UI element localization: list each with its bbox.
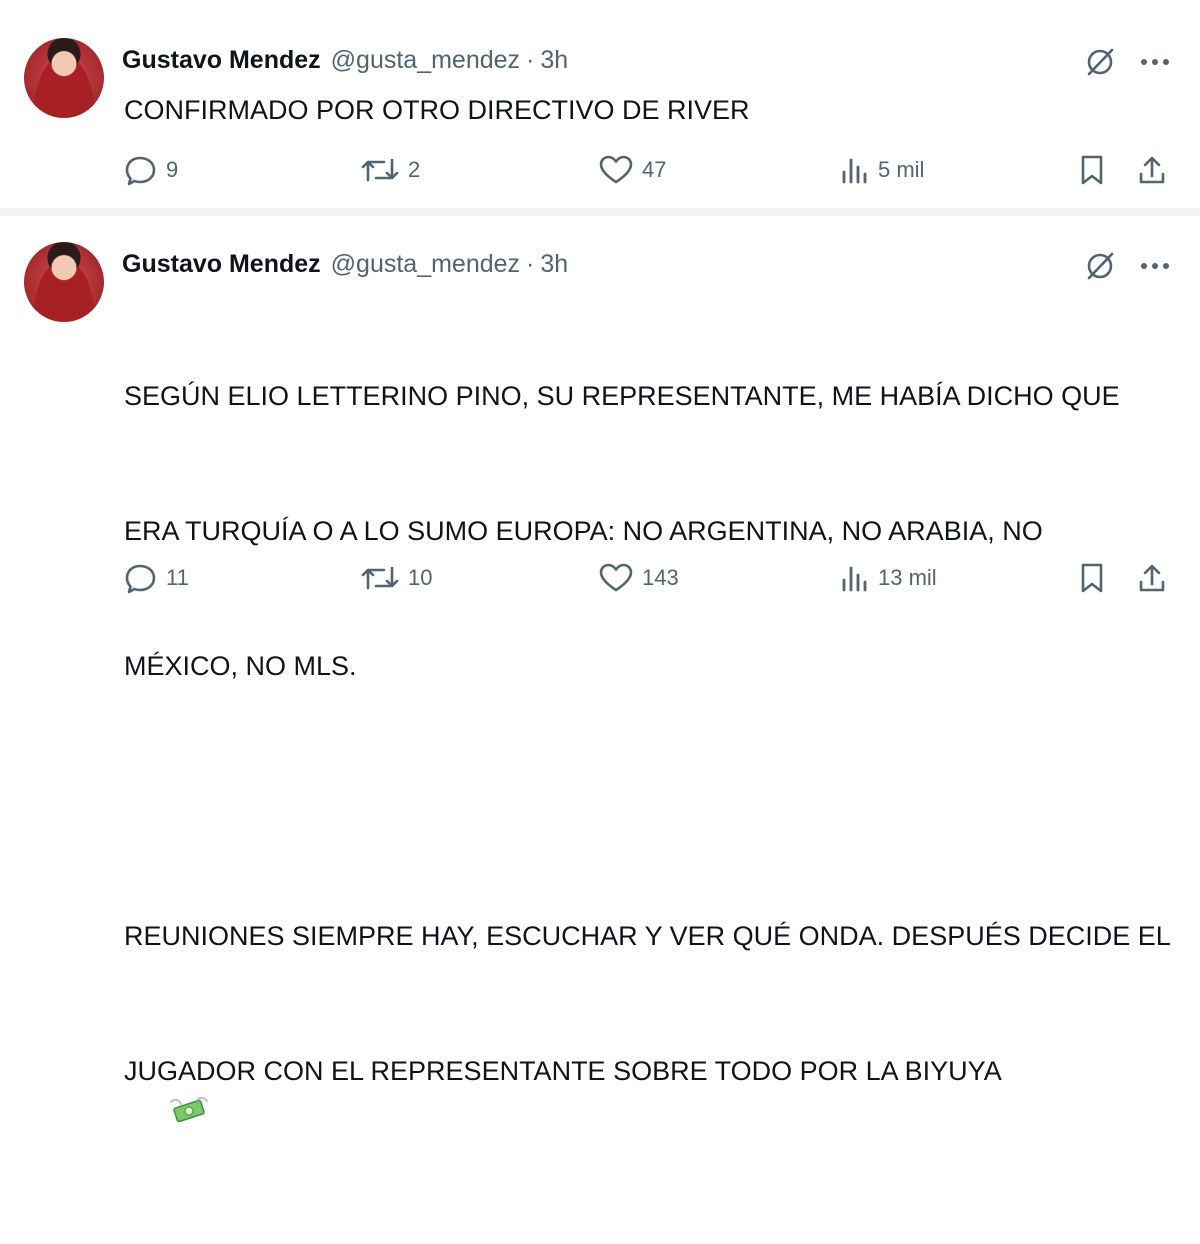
author-name[interactable]: Gustavo Mendez [122, 250, 321, 279]
reply-button[interactable]: 11 [124, 560, 189, 596]
retweet-button[interactable]: 10 [360, 560, 432, 596]
share-icon [1136, 154, 1168, 186]
retweet-count: 10 [408, 565, 433, 590]
share-button[interactable] [1136, 152, 1168, 188]
tweet-header: Gustavo Mendez @gusta_mendez · 3h [122, 246, 568, 282]
retweet-button[interactable]: 2 [360, 152, 420, 188]
tweet-divider [0, 208, 1200, 216]
tweet-text-line: REUNIONES SIEMPRE HAY, ESCUCHAR Y VER QU… [124, 921, 1171, 951]
author-name[interactable]: Gustavo Mendez [122, 46, 321, 75]
action-bar: 9 2 47 5 mil [124, 152, 1176, 188]
like-button[interactable]: 47 [598, 152, 666, 188]
tweet-text-line: JUGADOR CON EL REPRESENTANTE SOBRE TODO … [124, 1049, 1174, 1185]
views-icon [840, 154, 870, 186]
views-icon [840, 562, 870, 594]
reply-icon [124, 154, 158, 186]
tweet[interactable]: Gustavo Mendez @gusta_mendez · 3h SEGÚN … [0, 216, 1200, 1123]
retweet-count: 2 [408, 157, 421, 182]
author-handle[interactable]: @gusta_mendez [331, 250, 520, 279]
reply-button[interactable]: 9 [124, 152, 178, 188]
tweet-text-line: SEGÚN ELIO LETTERINO PINO, SU REPRESENTA… [124, 381, 1120, 411]
timestamp[interactable]: 3h [540, 46, 568, 75]
like-icon [598, 154, 634, 186]
bookmark-button[interactable] [1078, 560, 1106, 596]
more-icon[interactable] [1137, 44, 1173, 80]
bookmark-icon [1078, 154, 1106, 186]
separator-dot: · [526, 45, 535, 74]
views-count: 13 mil [878, 565, 937, 590]
views-count: 5 mil [878, 157, 925, 182]
money-with-wings-emoji [169, 1095, 209, 1140]
retweet-icon [360, 154, 400, 186]
like-count: 47 [642, 157, 667, 182]
timestamp[interactable]: 3h [540, 250, 568, 279]
tweet-text-line: MÉXICO, NO MLS. [124, 651, 357, 681]
grok-icon[interactable] [1082, 44, 1118, 80]
like-button[interactable]: 143 [598, 560, 679, 596]
action-bar: 11 10 143 13 mil [124, 560, 1176, 596]
more-icon[interactable] [1137, 248, 1173, 284]
reply-count: 9 [166, 157, 179, 182]
retweet-icon [360, 562, 400, 594]
avatar[interactable] [24, 242, 104, 322]
views-button[interactable]: 13 mil [840, 560, 937, 596]
tweet-text: CONFIRMADO POR OTRO DIRECTIVO DE RIVER [124, 95, 750, 125]
tweet-text-segment: JUGADOR CON EL REPRESENTANTE SOBRE TODO … [124, 1056, 1002, 1086]
tweet-header: Gustavo Mendez @gusta_mendez · 3h [122, 42, 568, 78]
grok-icon[interactable] [1082, 248, 1118, 284]
reply-count: 11 [166, 565, 189, 590]
tweet[interactable]: Gustavo Mendez @gusta_mendez · 3h CONFIR… [0, 0, 1200, 208]
views-button[interactable]: 5 mil [840, 152, 924, 188]
reply-icon [124, 562, 158, 594]
tweet-text-line: ERA TURQUÍA O A LO SUMO EUROPA: NO ARGEN… [124, 516, 1043, 546]
share-icon [1136, 562, 1168, 594]
separator-dot: · [526, 249, 535, 278]
bookmark-button[interactable] [1078, 152, 1106, 188]
tweet-text: SEGÚN ELIO LETTERINO PINO, SU REPRESENTA… [124, 284, 1174, 1244]
share-button[interactable] [1136, 560, 1168, 596]
like-icon [598, 562, 634, 594]
bookmark-icon [1078, 562, 1106, 594]
author-handle[interactable]: @gusta_mendez [331, 46, 520, 75]
avatar[interactable] [24, 38, 104, 118]
like-count: 143 [642, 565, 679, 590]
